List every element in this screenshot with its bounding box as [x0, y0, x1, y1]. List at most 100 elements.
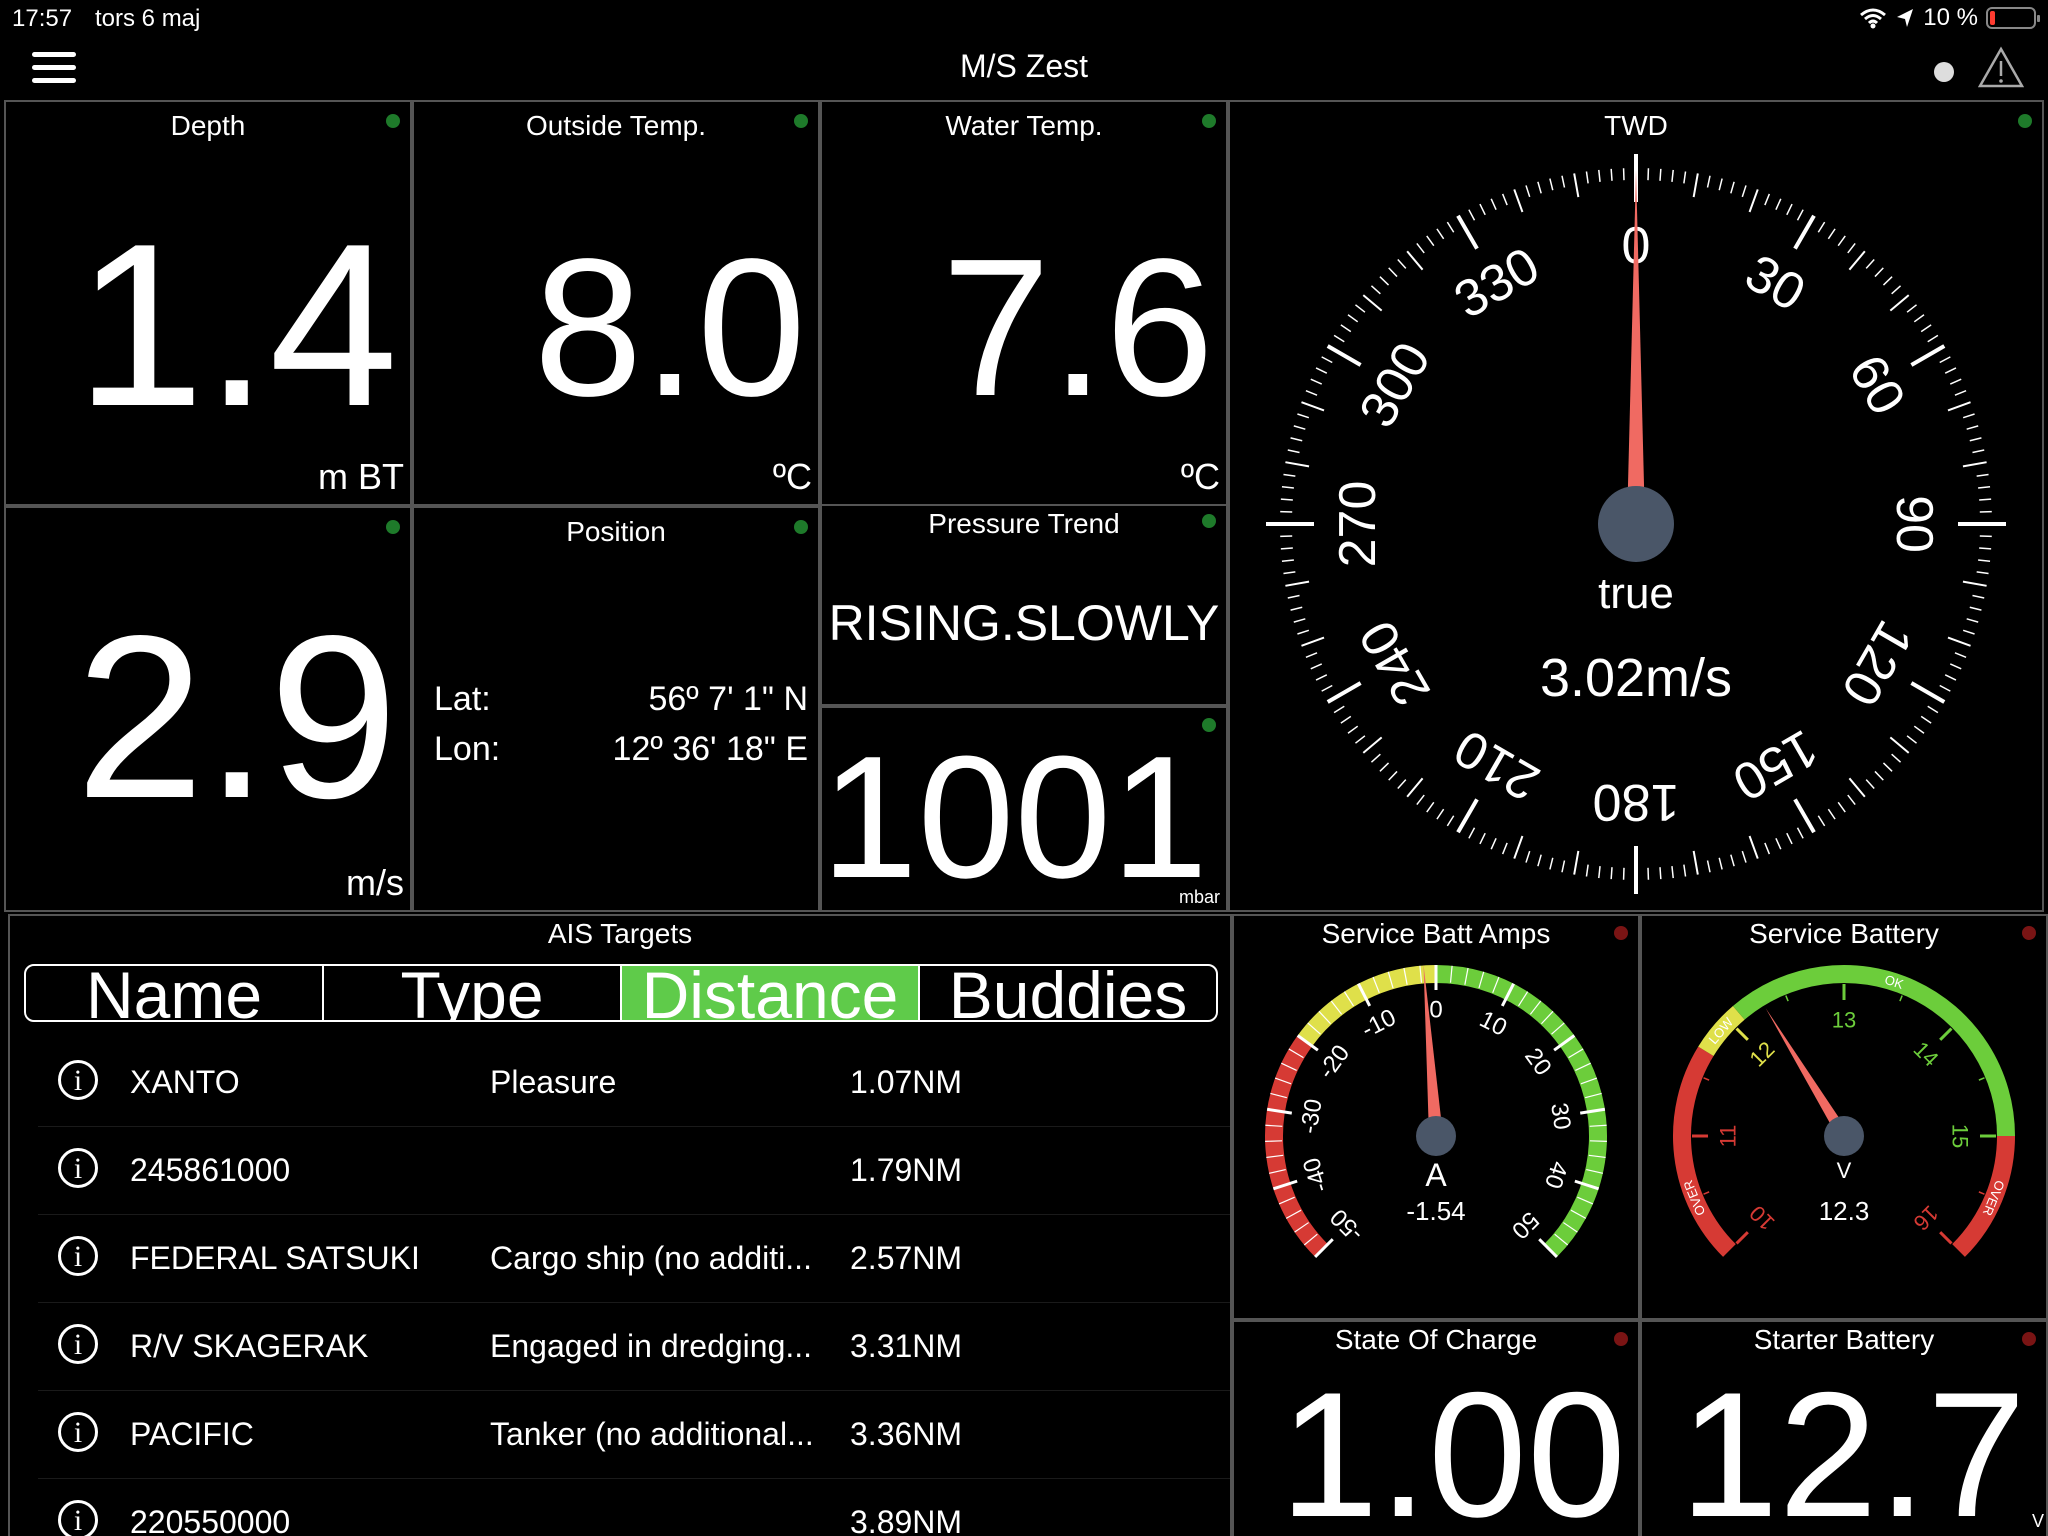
twd-tick [1764, 842, 1771, 855]
outside-temp-panel[interactable]: Outside Temp. 8.0 ºC [412, 100, 820, 506]
gauge-tick-label: -30 [1296, 1097, 1328, 1135]
connection-indicator[interactable] [1934, 62, 1954, 82]
twd-tick [1490, 837, 1497, 850]
twd-tick [1347, 725, 1359, 734]
info-icon[interactable]: i [58, 1236, 98, 1276]
twd-tick [1525, 185, 1531, 198]
twd-tick [1315, 674, 1328, 681]
twd-tick [1362, 736, 1383, 754]
twd-tick [1456, 798, 1479, 834]
depth-value: 1.4 [75, 196, 398, 455]
service-battery-gauge: 10111213141516 OVERLOWOKOVER V 12.3 [1673, 965, 2015, 1257]
twd-tick [1939, 684, 1951, 692]
twd-panel[interactable]: TWD 0306090120150180210240270300330 true… [1228, 100, 2044, 912]
pressure-trend-title: Pressure Trend [928, 508, 1120, 539]
twd-tick [1297, 629, 1310, 635]
info-icon[interactable]: i [58, 1060, 98, 1100]
twd-tick [1280, 547, 1293, 550]
depth-panel[interactable]: Depth 1.4 m BT [4, 100, 412, 506]
info-icon[interactable]: i [58, 1412, 98, 1452]
twd-tick-label: 210 [1445, 718, 1549, 812]
soc-panel[interactable]: State Of Charge 1.00 [1232, 1320, 1640, 1536]
twd-tick [1786, 832, 1793, 845]
info-icon[interactable]: i [58, 1324, 98, 1364]
ais-row[interactable]: i FEDERAL SATSUKI Cargo ship (no additi.… [38, 1214, 1230, 1303]
ais-row[interactable]: i 245861000 1.79NM [38, 1126, 1230, 1215]
twd-tick [1537, 854, 1542, 867]
location-arrow-icon [1897, 9, 1914, 27]
tab-type[interactable]: Type [324, 966, 622, 1020]
ais-panel[interactable]: AIS Targets Name Type Distance Buddies i… [8, 914, 1232, 1536]
twd-tick [1979, 547, 1992, 550]
wifi-icon [1860, 8, 1887, 29]
twd-tick [1333, 334, 1345, 343]
twd-tick [1333, 705, 1345, 714]
twd-tick [1730, 181, 1735, 194]
ais-sort-segmented-control[interactable]: Name Type Distance Buddies [24, 964, 1218, 1022]
pressure-panel[interactable]: 1001 mbar [820, 706, 1228, 912]
twd-tick [1978, 559, 1991, 562]
batt-amps-panel[interactable]: Service Batt Amps -50 -40 -30 -20 -10 0 10 20 30… [1232, 914, 1640, 1320]
twd-tick [1326, 681, 1362, 704]
ais-name: PACIFIC [130, 1416, 254, 1452]
twd-tick [1659, 867, 1662, 880]
pressure-trend-panel[interactable]: Pressure Trend RISING.SLOWLY [820, 504, 1228, 706]
ais-distance: 2.57NM [850, 1240, 963, 1276]
twd-tick [1954, 389, 1967, 396]
warning-icon[interactable] [1978, 46, 2024, 88]
twd-tick [1598, 169, 1601, 182]
ais-name: 245861000 [130, 1152, 291, 1188]
batt-amps-unit: A [1425, 1157, 1447, 1193]
twd-tick [1549, 857, 1554, 870]
twd-tick [1692, 850, 1699, 875]
ais-distance: 3.31NM [850, 1328, 963, 1364]
ais-row[interactable]: i PACIFIC Tanker (no additional... 3.36N… [38, 1390, 1230, 1479]
info-icon[interactable]: i [58, 1148, 98, 1188]
gauge-tick-label: 11 [1716, 1125, 1741, 1148]
pressure-value: 1001 [820, 719, 1208, 912]
outside-temp-unit: ºC [772, 456, 812, 497]
twd-tick [1817, 221, 1826, 233]
gauge-tick [1978, 1191, 1985, 1195]
lon-label: Lon: [434, 730, 501, 768]
twd-tick [1786, 203, 1793, 216]
page-title: M/S Zest [959, 48, 1088, 84]
status-date: tors 6 maj [95, 5, 201, 32]
twd-tick [1882, 762, 1893, 772]
twd-tick [1976, 473, 1989, 477]
water-temp-unit: ºC [1180, 456, 1220, 497]
ais-row[interactable]: i R/V SKAGERAK Engaged in dredging... 3.… [38, 1302, 1230, 1391]
starter-battery-panel[interactable]: Starter Battery 12.7 V [1640, 1320, 2048, 1536]
twd-tick [1796, 209, 1804, 221]
tab-name[interactable]: Name [26, 966, 324, 1020]
twd-tick [1416, 243, 1425, 254]
ais-type: Tanker (no additional... [490, 1416, 814, 1452]
twd-tick-label: 330 [1445, 236, 1549, 330]
twd-tick [1827, 228, 1836, 240]
twd-tick [1910, 344, 1946, 367]
speed-value: 2.9 [75, 588, 398, 847]
info-icon[interactable]: i [58, 1500, 98, 1536]
service-battery-panel[interactable]: Service Battery 10 11 12 13 14 15 16 OVER LOW OK… [1640, 914, 2048, 1320]
twd-tick [1944, 674, 1957, 681]
tab-buddies[interactable]: Buddies [920, 966, 1216, 1020]
twd-tick [1315, 367, 1328, 374]
speed-panel[interactable]: 2.9 m/s [4, 506, 412, 912]
ais-row[interactable]: i XANTO Pleasure 1.07NM [38, 1038, 1230, 1127]
gauge-tick-label: -20 [1313, 1040, 1355, 1084]
ais-row[interactable]: i 220550000 3.89NM [38, 1478, 1230, 1536]
water-temp-panel[interactable]: Water Temp. 7.6 ºC [820, 100, 1228, 506]
twd-tick [1969, 606, 1982, 611]
gauge-tick-label: 20 [1519, 1043, 1557, 1080]
twd-tick [1310, 378, 1323, 385]
twd-tick [1847, 243, 1856, 254]
twd-tick [1741, 850, 1747, 863]
twd-tick [1585, 171, 1589, 184]
twd-compass: 0306090120150180210240270300330 true 3.0… [1266, 154, 2006, 894]
twd-tick [1280, 498, 1293, 501]
twd-tick [1730, 854, 1735, 867]
outside-temp-title: Outside Temp. [525, 110, 707, 141]
position-panel[interactable]: Position Lat: 56º 7' 1" N Lon: 12º 36' 1… [412, 506, 820, 912]
tab-distance[interactable]: Distance [622, 966, 920, 1020]
batt-amps-gauge: -50-40-30-20-10 0 1020304050 A -1.54 [1265, 964, 1607, 1258]
